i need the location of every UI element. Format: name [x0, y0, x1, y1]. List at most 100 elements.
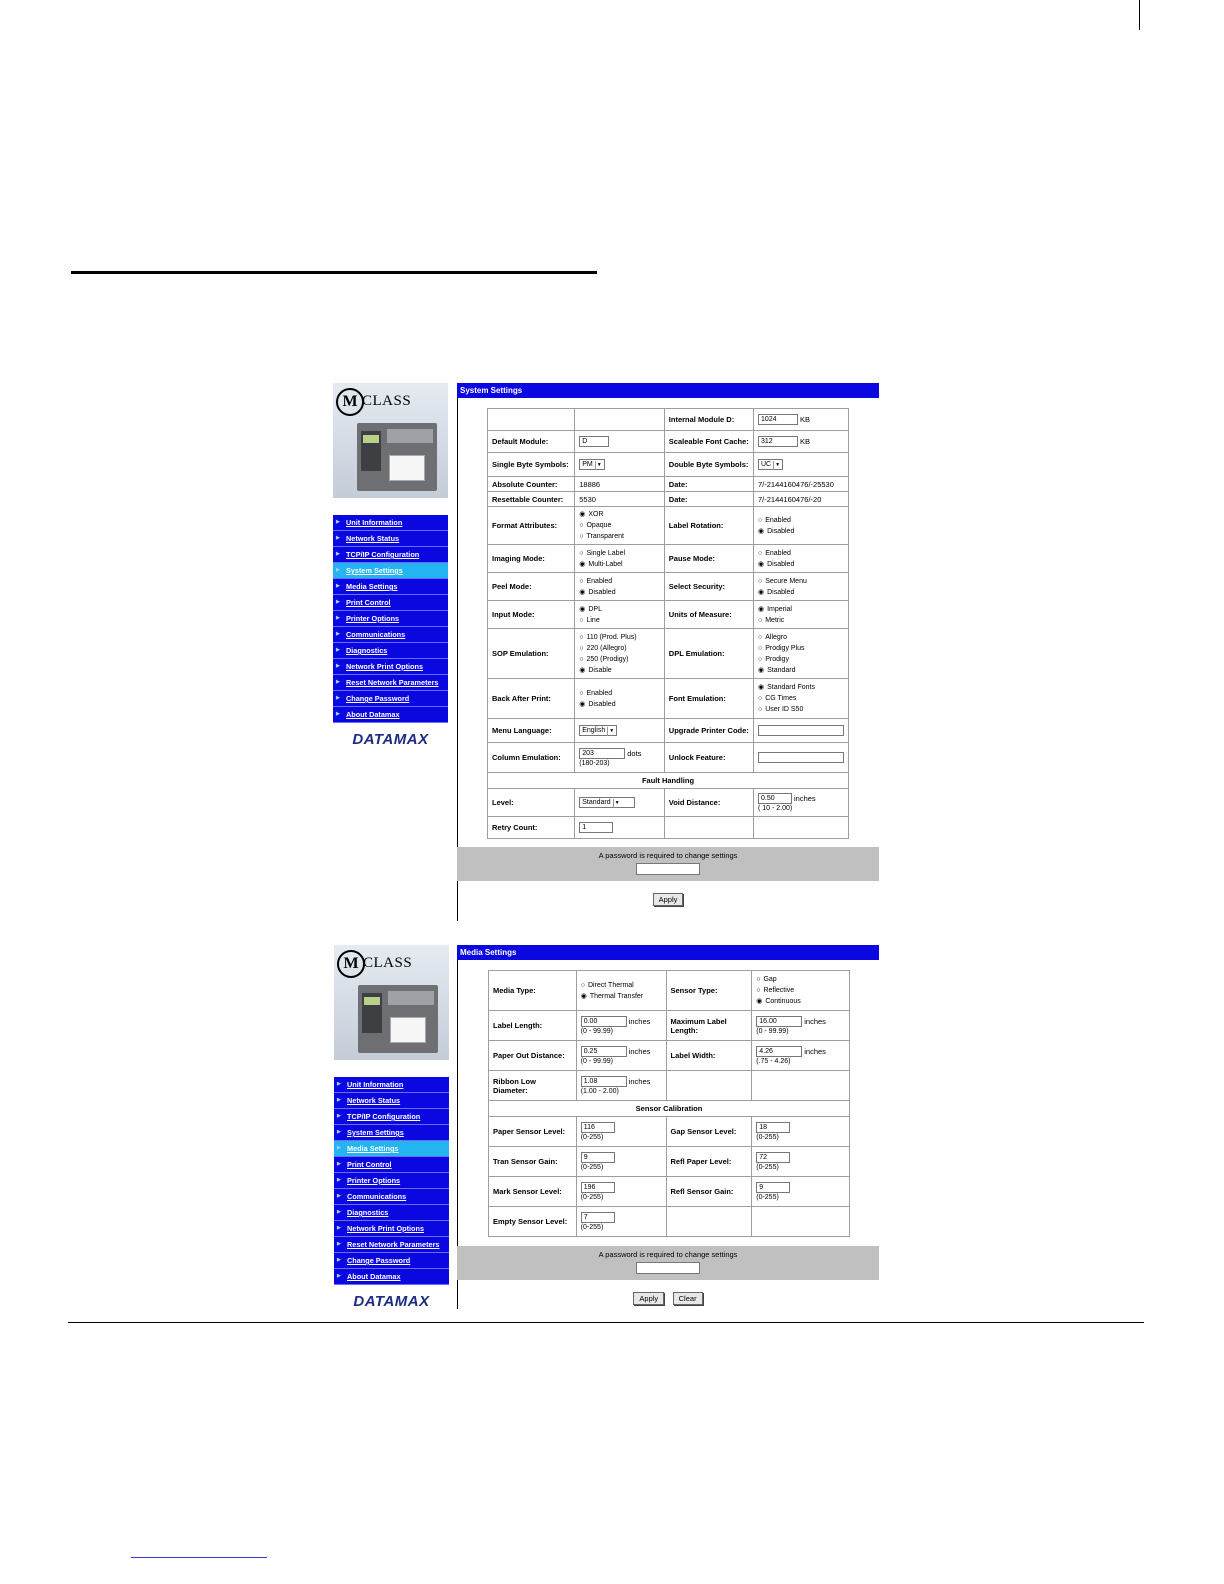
radio-user-id-s50[interactable]: User ID S50: [758, 704, 844, 715]
mark-sensor-level-field[interactable]: 196: [580, 1182, 615, 1193]
internal-module-field[interactable]: 1024: [757, 414, 798, 425]
radio-transparent[interactable]: Transparent: [579, 531, 660, 542]
void-distance-field[interactable]: 0.50: [757, 793, 792, 804]
radio-cg-times[interactable]: CG Times: [758, 693, 844, 704]
radio-reflective[interactable]: Reflective: [756, 985, 845, 996]
radio-metric[interactable]: Metric: [758, 615, 844, 626]
nav-media-settings[interactable]: Media Settings: [333, 579, 448, 595]
nav-tcpip-configuration[interactable]: TCP/IP Configuration: [333, 547, 448, 563]
empty-sensor-level-field[interactable]: 7: [580, 1212, 615, 1223]
nav-communications[interactable]: Communications: [333, 627, 448, 643]
refl-paper-level-field[interactable]: 72: [756, 1152, 791, 1163]
media-settings-panel: Media Settings Media Type: Direct Therma…: [457, 945, 879, 1306]
radio-dpl-prodigy[interactable]: Prodigy: [758, 654, 844, 665]
password-input[interactable]: [636, 863, 700, 875]
nav-print-control[interactable]: Print Control: [334, 1157, 449, 1173]
radio-direct-thermal[interactable]: Direct Thermal: [581, 980, 662, 991]
radio-dpl-prodigy-plus[interactable]: Prodigy Plus: [758, 643, 844, 654]
nav-media-settings[interactable]: Media Settings: [334, 1141, 449, 1157]
radio-imperial[interactable]: Imperial: [758, 604, 844, 615]
mark-sensor-level-label: Mark Sensor Level:: [488, 1176, 577, 1207]
radio-rotation-enabled[interactable]: Enabled: [758, 515, 844, 526]
radio-security-disabled[interactable]: Disabled: [758, 587, 844, 598]
apply-button[interactable]: Apply: [633, 1292, 665, 1305]
nav-reset-network-parameters[interactable]: Reset Network Parameters: [333, 675, 448, 691]
paper-out-distance-field[interactable]: 0.25: [580, 1046, 627, 1057]
nav-communications[interactable]: Communications: [334, 1189, 449, 1205]
radio-sop-disable[interactable]: Disable: [579, 665, 660, 676]
retry-count-field[interactable]: 1: [579, 822, 614, 833]
nav-diagnostics[interactable]: Diagnostics: [334, 1205, 449, 1221]
double-byte-select[interactable]: UC: [757, 459, 784, 470]
nav-network-print-options[interactable]: Network Print Options: [334, 1221, 449, 1237]
password-bar: A password is required to change setting…: [457, 847, 879, 881]
radio-line[interactable]: Line: [579, 615, 660, 626]
radio-continuous[interactable]: Continuous: [756, 996, 845, 1007]
nav-about-datamax[interactable]: About Datamax: [333, 707, 448, 723]
column-emulation-field[interactable]: 203: [579, 748, 626, 759]
single-byte-select[interactable]: PM: [579, 459, 605, 470]
radio-dpl-allegro[interactable]: Allegro: [758, 632, 844, 643]
apply-button[interactable]: Apply: [652, 893, 684, 906]
gap-sensor-level-field[interactable]: 18: [756, 1122, 791, 1133]
nav-network-status[interactable]: Network Status: [333, 531, 448, 547]
label-length-field[interactable]: 0.00: [580, 1016, 627, 1027]
internal-module-label: Internal Module D:: [663, 408, 754, 431]
radio-rotation-disabled[interactable]: Disabled: [758, 526, 844, 537]
radio-dpl[interactable]: DPL: [579, 604, 660, 615]
menu-language-select[interactable]: English: [579, 725, 618, 736]
radio-single-label[interactable]: Single Label: [579, 548, 660, 559]
radio-back-enabled[interactable]: Enabled: [579, 688, 660, 699]
radio-back-disabled[interactable]: Disabled: [579, 699, 660, 710]
nav-unit-information[interactable]: Unit Information: [333, 515, 448, 531]
password-prompt: A password is required to change setting…: [598, 1250, 738, 1259]
upgrade-printer-code-field[interactable]: [757, 725, 844, 736]
refl-sensor-gain-field[interactable]: 9: [756, 1182, 791, 1193]
nav-change-password[interactable]: Change Password: [333, 691, 448, 707]
paper-sensor-level-field[interactable]: 116: [580, 1122, 615, 1133]
radio-standard-fonts[interactable]: Standard Fonts: [758, 682, 844, 693]
radio-opaque[interactable]: Opaque: [579, 520, 660, 531]
password-input[interactable]: [636, 1262, 700, 1274]
clear-button[interactable]: Clear: [672, 1292, 703, 1305]
radio-xor[interactable]: XOR: [579, 509, 660, 520]
nav-diagnostics[interactable]: Diagnostics: [333, 643, 448, 659]
radio-secure-menu[interactable]: Secure Menu: [758, 576, 844, 587]
default-module-field[interactable]: D: [579, 436, 610, 447]
nav-printer-options[interactable]: Printer Options: [334, 1173, 449, 1189]
radio-dpl-standard[interactable]: Standard: [758, 665, 844, 676]
nav-about-datamax[interactable]: About Datamax: [334, 1269, 449, 1285]
radio-peel-disabled[interactable]: Disabled: [579, 587, 660, 598]
radio-multi-label[interactable]: Multi-Label: [579, 559, 660, 570]
level-select[interactable]: Standard: [579, 797, 636, 808]
radio-peel-enabled[interactable]: Enabled: [579, 576, 660, 587]
radio-thermal-transfer[interactable]: Thermal Transfer: [581, 991, 662, 1002]
nav-change-password[interactable]: Change Password: [334, 1253, 449, 1269]
ribbon-low-diameter-label: Ribbon Low Diameter:: [488, 1070, 577, 1101]
nav-network-print-options[interactable]: Network Print Options: [333, 659, 448, 675]
radio-gap[interactable]: Gap: [756, 974, 845, 985]
tran-sensor-gain-field[interactable]: 9: [580, 1152, 615, 1163]
label-rotation-label: Label Rotation:: [663, 506, 754, 545]
radio-sop-250[interactable]: 250 (Prodigy): [579, 654, 660, 665]
nav-reset-network-parameters[interactable]: Reset Network Parameters: [334, 1237, 449, 1253]
radio-pause-enabled[interactable]: Enabled: [758, 548, 844, 559]
nav-unit-information[interactable]: Unit Information: [334, 1077, 449, 1093]
radio-sop-110[interactable]: 110 (Prod. Plus): [579, 632, 660, 643]
nav-system-settings[interactable]: System Settings: [334, 1125, 449, 1141]
nav-network-status[interactable]: Network Status: [334, 1093, 449, 1109]
radio-sop-220[interactable]: 220 (Allegro): [579, 643, 660, 654]
nav-printer-options[interactable]: Printer Options: [333, 611, 448, 627]
unlock-feature-field[interactable]: [757, 752, 844, 763]
nav-system-settings[interactable]: System Settings: [333, 563, 448, 579]
radio-pause-disabled[interactable]: Disabled: [758, 559, 844, 570]
mclass-logo: M CLASS: [333, 383, 448, 498]
nav-print-control[interactable]: Print Control: [333, 595, 448, 611]
ribbon-low-diameter-field[interactable]: 1.08: [580, 1076, 627, 1087]
max-label-length-field[interactable]: 16.00: [756, 1016, 803, 1027]
nav-tcpip-configuration[interactable]: TCP/IP Configuration: [334, 1109, 449, 1125]
label-width-field[interactable]: 4.26: [756, 1046, 803, 1057]
kb-unit: KB: [799, 437, 810, 446]
peel-mode-label: Peel Mode:: [486, 572, 576, 601]
scaleable-cache-field[interactable]: 312: [757, 436, 798, 447]
